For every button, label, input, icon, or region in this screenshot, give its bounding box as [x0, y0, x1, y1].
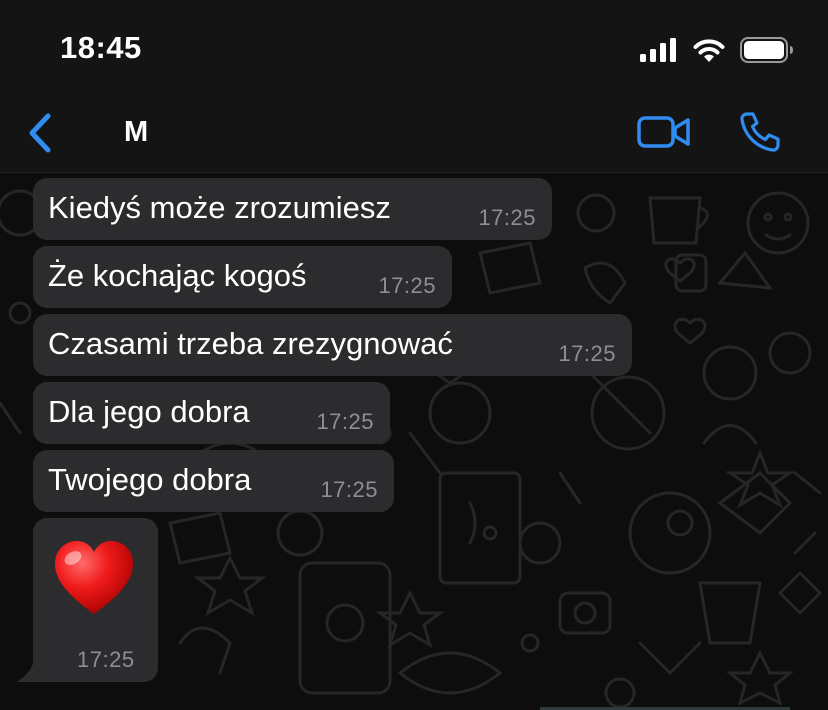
message-time: 17:25 [77, 647, 135, 672]
message-bubble-heart[interactable]: 17:25 [33, 518, 158, 682]
signal-icon [640, 38, 676, 62]
message-time: 17:25 [478, 205, 536, 230]
message-bubble[interactable]: Że kochając kogoś 17:25 [33, 246, 452, 308]
status-icons [640, 36, 794, 64]
chevron-left-icon [29, 113, 51, 153]
battery-icon [740, 37, 793, 63]
message-text: Kiedyś może zrozumiesz [48, 190, 391, 225]
chat-header: M [0, 96, 828, 173]
message-list[interactable]: Kiedyś może zrozumiesz 17:25 Że kochając… [0, 173, 828, 710]
phone-icon [740, 112, 780, 152]
message-text: Czasami trzeba zrezygnować [48, 326, 453, 361]
video-camera-icon [637, 116, 690, 148]
message-time: 17:25 [378, 273, 436, 298]
voice-call-button[interactable] [736, 108, 784, 156]
contact-name[interactable]: M [124, 116, 148, 149]
message-text: Twojego dobra [48, 462, 252, 497]
message-bubble[interactable]: Twojego dobra 17:25 [33, 450, 394, 512]
red-heart-emoji [55, 541, 133, 614]
wifi-icon [693, 39, 725, 62]
message-time: 17:25 [558, 341, 616, 366]
message-bubble[interactable]: Czasami trzeba zrezygnować 17:25 [33, 314, 632, 376]
video-call-button[interactable] [637, 112, 691, 152]
message-text: Że kochając kogoś [48, 258, 307, 293]
message-time: 17:25 [320, 477, 378, 502]
message-text: Dla jego dobra [48, 394, 250, 429]
message-time: 17:25 [316, 409, 374, 434]
chat-screen: 18:45 M Kiedyś może zrozumiesz 17:25 Że … [0, 0, 828, 710]
message-bubble[interactable]: Kiedyś może zrozumiesz 17:25 [33, 178, 552, 240]
status-time: 18:45 [60, 30, 142, 65]
message-bubble[interactable]: Dla jego dobra 17:25 [33, 382, 390, 444]
back-button[interactable] [22, 110, 58, 156]
status-bar: 18:45 [0, 0, 828, 96]
